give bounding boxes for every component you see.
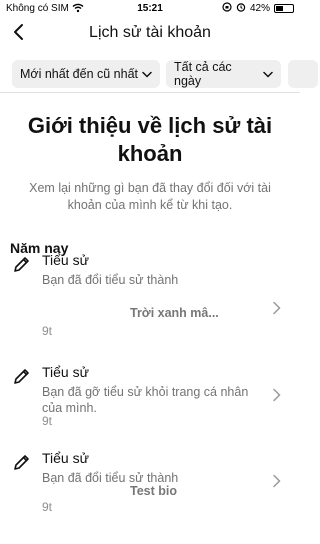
- item-description: Bạn đã gỡ tiểu sử khỏi trang cá nhân của…: [42, 385, 249, 415]
- chevron-down-icon: [142, 67, 152, 81]
- orientation-lock-icon: [222, 2, 232, 15]
- history-item[interactable]: Tiểu sử Bạn đã đổi tiểu sử thành Trời xa…: [0, 246, 300, 346]
- pencil-icon: [12, 254, 32, 274]
- item-time: 9t: [42, 324, 53, 338]
- battery-icon: [274, 4, 294, 13]
- history-item[interactable]: Tiểu sử Bạn đã gỡ tiểu sử khỏi trang cá …: [0, 358, 300, 458]
- item-value: Trời xanh mâ...: [130, 306, 219, 320]
- pencil-icon: [12, 452, 32, 472]
- item-title: Tiểu sử: [42, 450, 89, 466]
- item-title: Tiểu sử: [42, 364, 89, 380]
- chevron-down-icon: [263, 67, 273, 81]
- item-title: Tiểu sử: [42, 252, 89, 268]
- status-bar: Không có SIM 15:21 42%: [0, 0, 300, 18]
- filter-label: Tất cả các ngày: [174, 60, 232, 88]
- filter-bar: Mới nhất đến cũ nhất Tất cả các ngày: [0, 58, 318, 93]
- sort-order-filter[interactable]: Mới nhất đến cũ nhất: [12, 60, 160, 88]
- intro-title: Giới thiệu về lịch sử tài khoản: [27, 113, 273, 166]
- filter-label: Mới nhất đến cũ nhất: [20, 67, 138, 81]
- chevron-right-icon: [272, 301, 282, 315]
- item-description: Bạn đã đổi tiểu sử thành: [42, 273, 179, 287]
- chevron-right-icon: [272, 474, 282, 488]
- item-value: Test bio: [130, 484, 177, 498]
- more-filter-chip[interactable]: [288, 60, 318, 88]
- header: Lịch sử tài khoản: [0, 18, 300, 50]
- pencil-icon: [12, 366, 32, 386]
- date-range-filter[interactable]: Tất cả các ngày: [166, 60, 281, 88]
- item-time: 9t: [42, 414, 53, 428]
- item-time: 9t: [42, 500, 53, 514]
- battery-percent: 42%: [249, 3, 270, 14]
- intro-description: Xem lại những gì bạn đã thay đổi đối với…: [29, 181, 271, 212]
- history-item[interactable]: Tiểu sử Bạn đã đổi tiểu sử thành Test bi…: [0, 444, 300, 544]
- page-title: Lịch sử tài khoản: [89, 24, 211, 41]
- alarm-icon: [236, 2, 246, 15]
- chevron-right-icon: [272, 388, 282, 402]
